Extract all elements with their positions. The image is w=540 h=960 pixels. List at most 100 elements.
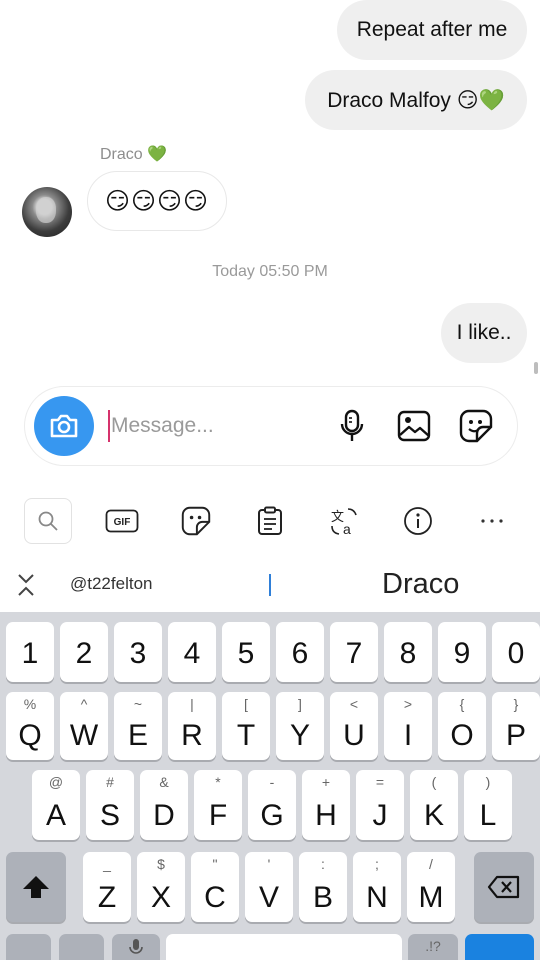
suggestion-item[interactable]: @t22felton: [70, 574, 152, 594]
key-k[interactable]: (K: [410, 770, 458, 840]
message-text: 😏😏😏😏: [104, 187, 210, 215]
backspace-key[interactable]: [474, 852, 534, 922]
key-label: H: [315, 799, 337, 832]
microphone-button[interactable]: [333, 407, 371, 445]
key-x[interactable]: $ X: [137, 852, 185, 922]
key-j[interactable]: = J: [356, 770, 404, 840]
gif-button[interactable]: GIF: [98, 498, 146, 544]
key-r[interactable]: | R: [168, 692, 216, 760]
more-button[interactable]: [468, 498, 516, 544]
key-b[interactable]: :B: [299, 852, 347, 922]
key-2[interactable]: 2: [60, 622, 108, 682]
key-secondary-label: (: [431, 774, 437, 790]
info-button[interactable]: [394, 498, 442, 544]
scroll-indicator: [534, 362, 538, 374]
key-secondary-label: .!?: [425, 938, 441, 954]
key-label: P: [505, 719, 526, 752]
key-v[interactable]: ' V: [245, 852, 293, 922]
key-secondary-label: _: [103, 856, 111, 872]
shift-icon: [23, 876, 49, 898]
received-message-bubble[interactable]: 😏😏😏😏: [87, 171, 227, 231]
key-label: T: [236, 719, 256, 752]
message-text: Repeat after me: [356, 18, 508, 41]
key-8[interactable]: 8: [384, 622, 432, 682]
key-y[interactable]: ] Y: [276, 692, 324, 760]
svg-text:GIF: GIF: [114, 517, 131, 528]
key-label: V: [258, 881, 279, 914]
key-label: X: [150, 881, 171, 914]
key-secondary-label: {: [459, 696, 465, 712]
key-u[interactable]: < U: [330, 692, 378, 760]
key-3[interactable]: 3: [114, 622, 162, 682]
key-1[interactable]: 1: [6, 622, 54, 682]
voice-key[interactable]: [112, 934, 160, 960]
clipboard-button[interactable]: [246, 498, 294, 544]
key-s[interactable]: # S: [86, 770, 134, 840]
key-label: A: [45, 799, 66, 832]
key-p[interactable]: } P: [492, 692, 540, 760]
key-m[interactable]: / M: [407, 852, 455, 922]
key-7[interactable]: 7: [330, 622, 378, 682]
suggestion-item[interactable]: Draco: [382, 568, 459, 601]
key-label: L: [479, 799, 497, 832]
key-q[interactable]: % Q: [6, 692, 54, 760]
space-key[interactable]: [166, 934, 402, 960]
key-z[interactable]: _ Z: [83, 852, 131, 922]
key-i[interactable]: > I: [384, 692, 432, 760]
key-l[interactable]: ) L: [464, 770, 512, 840]
key-4[interactable]: 4: [168, 622, 216, 682]
emoji-key[interactable]: [59, 934, 104, 960]
avatar[interactable]: [22, 187, 72, 237]
shift-key[interactable]: [6, 852, 66, 922]
key-e[interactable]: ~ E: [114, 692, 162, 760]
gallery-button[interactable]: [395, 407, 433, 445]
key-c[interactable]: " C: [191, 852, 239, 922]
sent-message-bubble[interactable]: Repeat after me: [337, 0, 527, 60]
key-w[interactable]: ^ W: [60, 692, 108, 760]
key-g[interactable]: -G: [248, 770, 296, 840]
key-label: 8: [399, 637, 417, 670]
key-secondary-label: |: [190, 696, 194, 712]
key-label: N: [366, 881, 388, 914]
key-label: F: [208, 799, 228, 832]
sticker-button[interactable]: [457, 407, 495, 445]
collapse-icon[interactable]: [14, 572, 38, 598]
key-o[interactable]: {O: [438, 692, 486, 760]
key-t[interactable]: [T: [222, 692, 270, 760]
key-d[interactable]: & D: [140, 770, 188, 840]
key-label: S: [99, 799, 120, 832]
key-label: 0: [507, 637, 525, 670]
key-9[interactable]: 9: [438, 622, 486, 682]
keyboard-toolbar: GIF 文 a: [0, 490, 540, 552]
more-icon: [481, 519, 503, 523]
translate-button[interactable]: 文 a: [320, 498, 368, 544]
key-secondary-label: @: [48, 774, 64, 790]
key-5[interactable]: 5: [222, 622, 270, 682]
keyboard-search-button[interactable]: [24, 498, 72, 544]
punctuation-key[interactable]: .!?: [408, 934, 458, 960]
symbols-key[interactable]: [6, 934, 51, 960]
key-secondary-label: %: [23, 696, 37, 712]
key-label: I: [403, 719, 413, 752]
key-label: K: [423, 799, 444, 832]
translate-icon: 文 a: [331, 508, 357, 536]
keyboard-sticker-button[interactable]: [172, 498, 220, 544]
key-secondary-label: /: [429, 856, 433, 872]
key-0[interactable]: 0: [492, 622, 540, 682]
sent-message-bubble[interactable]: I like..: [441, 303, 527, 363]
key-secondary-label: ;: [375, 856, 379, 872]
key-secondary-label: *: [215, 774, 221, 790]
backspace-icon: [487, 875, 520, 899]
camera-button[interactable]: [34, 396, 94, 456]
enter-key[interactable]: [465, 934, 534, 960]
key-secondary-label: >: [403, 696, 413, 712]
sent-message-bubble[interactable]: Draco Malfoy 😏💚: [305, 70, 527, 130]
key-6[interactable]: 6: [276, 622, 324, 682]
key-n[interactable]: ; N: [353, 852, 401, 922]
message-input[interactable]: [111, 407, 331, 445]
clipboard-icon: [258, 506, 282, 535]
key-label: 1: [21, 637, 39, 670]
key-h[interactable]: + H: [302, 770, 350, 840]
key-a[interactable]: @ A: [32, 770, 80, 840]
key-f[interactable]: * F: [194, 770, 242, 840]
